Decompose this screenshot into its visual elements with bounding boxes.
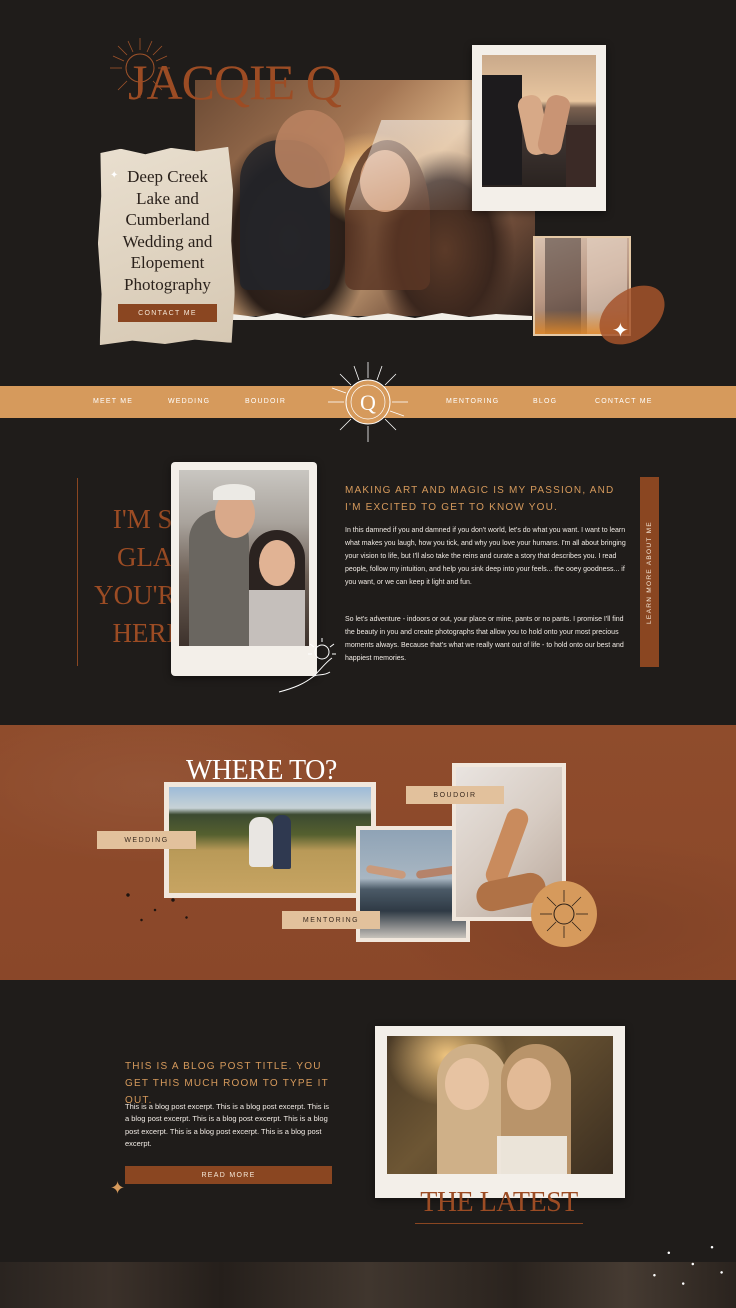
nav-meet-me[interactable]: MEET ME	[93, 398, 133, 405]
blog-excerpt: This is a blog post excerpt. This is a b…	[125, 1102, 329, 1148]
about-divider-line	[77, 478, 78, 666]
learn-more-label: LEARN MORE ABOUT ME	[646, 520, 653, 624]
nav-contact-me[interactable]: CONTACT ME	[595, 398, 653, 405]
about-paragraph-1: In this damned if you and damned if you …	[345, 527, 626, 586]
nav-boudoir[interactable]: BOUDOIR	[245, 398, 286, 405]
sun-badge-icon	[530, 880, 598, 948]
svg-text:Q: Q	[360, 390, 376, 415]
hero-title: Deep Creek Lake and Cumberland Wedding a…	[122, 167, 213, 294]
learn-more-button[interactable]: LEARN MORE ABOUT ME	[640, 477, 659, 667]
hero-section: JACQIE Q Deep Creek Lake and Cumberland …	[0, 0, 736, 360]
ink-splatter	[110, 880, 200, 930]
nav-mentoring[interactable]: MENTORING	[446, 398, 499, 405]
nav-blog[interactable]: BLOG	[533, 398, 557, 405]
sparkle-icon: ✦	[110, 170, 119, 181]
blog-title-underline	[415, 1223, 583, 1224]
nav-logo-icon[interactable]: Q	[324, 358, 412, 446]
nav-wedding[interactable]: WEDDING	[168, 398, 210, 405]
wedding-tag[interactable]: WEDDING	[97, 831, 196, 849]
hero-polaroid-hands	[472, 45, 606, 211]
mentoring-tag[interactable]: MENTORING	[282, 911, 380, 929]
read-more-button[interactable]: READ MORE	[125, 1166, 332, 1184]
brand-logo-text[interactable]: JACQIE Q	[128, 54, 388, 110]
sparkle-icon: ✦	[110, 1178, 126, 1198]
blog-polaroid[interactable]	[375, 1026, 625, 1198]
about-paragraph-2: So let's adventure - indoors or out, you…	[345, 616, 624, 662]
sparkle-icon: ✦	[612, 320, 629, 342]
about-intro-heading: MAKING ART AND MAGIC IS MY PASSION, AND …	[345, 485, 615, 513]
hand-icon	[274, 630, 344, 700]
blog-section-title: THE LATEST	[420, 1187, 578, 1218]
boudoir-tag[interactable]: BOUDOIR	[406, 786, 504, 804]
hero-contact-button[interactable]: CONTACT ME	[118, 304, 217, 322]
footer-image-strip	[0, 1262, 736, 1308]
sparkle-cluster	[640, 1236, 736, 1292]
